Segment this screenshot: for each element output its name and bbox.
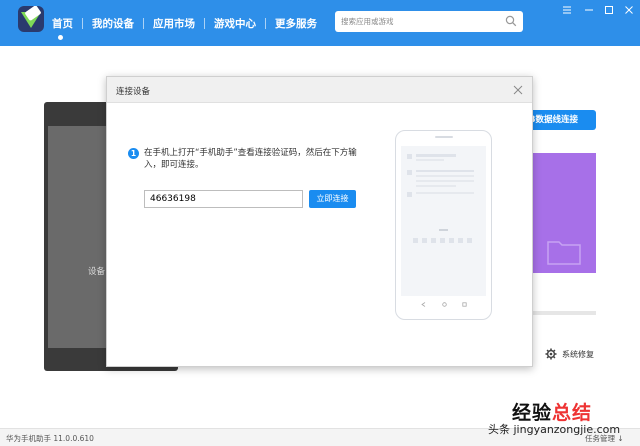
home-icon bbox=[442, 302, 447, 307]
phone-speaker bbox=[435, 136, 453, 138]
watermark-url: 头条 jingyanzongjie.com bbox=[488, 423, 621, 436]
search-placeholder: 搜索应用或游戏 bbox=[341, 17, 394, 26]
minimize-icon[interactable] bbox=[584, 5, 594, 15]
title-bar: 首页 我的设备 应用市场 游戏中心 更多服务 搜索应用或游戏 bbox=[0, 0, 640, 46]
system-repair-button[interactable]: 系统修复 bbox=[545, 348, 594, 360]
version-label: 华为手机助手 11.0.0.610 bbox=[6, 434, 94, 443]
recent-apps-icon bbox=[462, 302, 467, 307]
menu-icon[interactable] bbox=[562, 5, 572, 15]
phone-screen bbox=[401, 146, 486, 296]
gear-icon bbox=[545, 348, 557, 360]
folder-icon bbox=[547, 241, 581, 265]
nav-more-services[interactable]: 更多服务 bbox=[266, 16, 326, 31]
active-nav-indicator bbox=[58, 35, 63, 40]
nav-my-devices[interactable]: 我的设备 bbox=[83, 16, 143, 31]
nav-home[interactable]: 首页 bbox=[52, 16, 82, 31]
search-box[interactable]: 搜索应用或游戏 bbox=[335, 11, 523, 32]
search-icon[interactable] bbox=[505, 15, 517, 27]
maximize-icon[interactable] bbox=[604, 5, 614, 15]
connect-now-button[interactable]: 立即连接 bbox=[309, 190, 356, 208]
main-nav: 首页 我的设备 应用市场 游戏中心 更多服务 bbox=[52, 16, 326, 31]
nav-game-center[interactable]: 游戏中心 bbox=[205, 16, 265, 31]
window-close-icon[interactable] bbox=[624, 5, 634, 15]
dialog-title: 连接设备 bbox=[116, 87, 151, 97]
step-number-badge: 1 bbox=[128, 148, 139, 159]
dialog-header: 连接设备 bbox=[107, 77, 532, 103]
phone-screen-content bbox=[407, 154, 474, 243]
connect-instruction: 在手机上打开“手机助手”查看连接验证码，然后在下方输入，即可连接。 bbox=[144, 148, 357, 170]
app-logo bbox=[18, 6, 44, 32]
back-icon bbox=[421, 302, 426, 307]
close-icon[interactable] bbox=[513, 85, 523, 95]
verification-code-input[interactable] bbox=[144, 190, 303, 208]
phone-illustration bbox=[395, 130, 492, 320]
nav-app-market[interactable]: 应用市场 bbox=[144, 16, 204, 31]
progress-track bbox=[530, 311, 596, 315]
device-label: 设备 bbox=[88, 267, 106, 277]
connect-device-dialog: 连接设备 1 在手机上打开“手机助手”查看连接验证码，然后在下方输入，即可连接。… bbox=[106, 76, 533, 367]
system-repair-label: 系统修复 bbox=[562, 349, 594, 359]
